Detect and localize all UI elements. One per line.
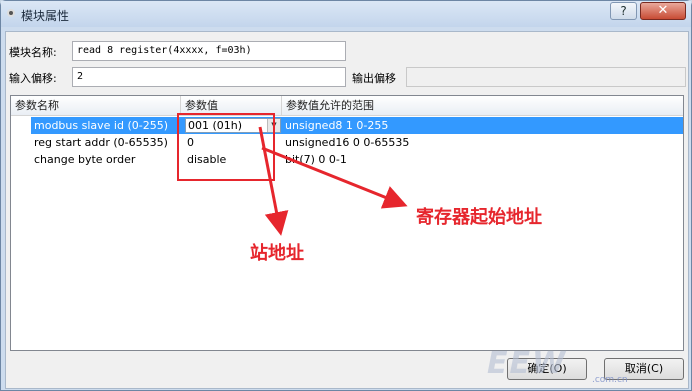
dialog-body: 模块名称: read 8 register(4xxxx, f=03h) 输入偏移…	[5, 31, 689, 389]
watermark-logo: EEW	[487, 346, 568, 381]
input-offset-label: 输入偏移:	[9, 72, 57, 85]
module-properties-dialog: 模块属性 ? ✕ 模块名称: read 8 register(4xxxx, f=…	[0, 0, 692, 391]
param-range-cell: unsigned16 0 0-65535	[285, 136, 410, 149]
input-offset-field[interactable]: 2	[72, 67, 346, 87]
param-name-cell: change byte order	[34, 153, 136, 166]
window-title: 模块属性	[21, 9, 70, 23]
table-row[interactable]: reg start addr (0-65535) 0 unsigned16 0 …	[11, 134, 683, 151]
output-offset-label: 输出偏移	[352, 72, 396, 85]
param-name-cell: reg start addr (0-65535)	[34, 136, 168, 149]
module-name-field[interactable]: read 8 register(4xxxx, f=03h)	[72, 41, 346, 61]
output-offset-field	[406, 67, 686, 87]
watermark-site: .com.cn	[592, 375, 628, 385]
header-param-name[interactable]: 参数名称	[11, 96, 181, 116]
table-row[interactable]: change byte order disable bit(7) 0 0-1	[11, 151, 683, 168]
header-param-range[interactable]: 参数值允许的范围	[282, 96, 683, 116]
title-bar: 模块属性 ? ✕	[1, 1, 691, 27]
param-range-cell: bit(7) 0 0-1	[285, 153, 347, 166]
app-icon	[7, 9, 15, 17]
station-addr-annotation: 站地址	[250, 243, 304, 264]
grid-header: 参数名称 参数值 参数值允许的范围	[11, 96, 683, 116]
help-button[interactable]: ?	[610, 2, 637, 20]
param-range-cell: unsigned8 1 0-255	[285, 119, 389, 132]
close-button[interactable]: ✕	[640, 2, 686, 20]
module-name-label: 模块名称:	[9, 46, 57, 59]
parameter-grid: 参数名称 参数值 参数值允许的范围 modbus slave id (0-255…	[10, 95, 684, 351]
table-row[interactable]: modbus slave id (0-255) 001 (01h) ▼ unsi…	[11, 117, 683, 134]
annotation-highlight-box	[177, 113, 275, 181]
register-start-annotation: 寄存器起始地址	[416, 207, 542, 228]
param-name-cell: modbus slave id (0-255)	[34, 119, 168, 132]
